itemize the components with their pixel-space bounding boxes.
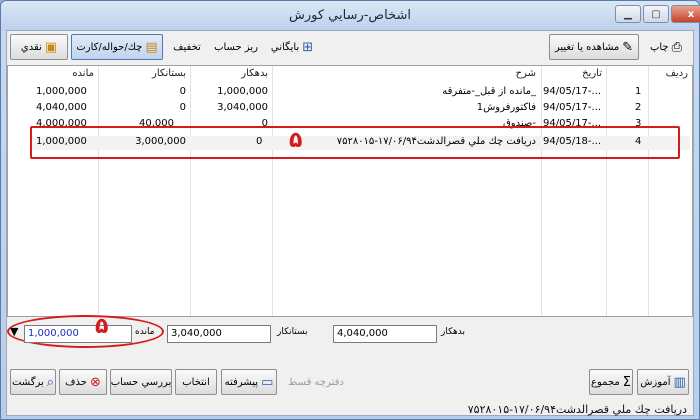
ledger-table[interactable]: مانده بستانكار بدهكار شرح تاريخ رديف 1,0…	[7, 65, 693, 317]
total-label: مجموع	[591, 376, 620, 388]
total-button[interactable]: مجموع Σ	[589, 369, 633, 395]
column-divider	[541, 66, 542, 316]
learn-button[interactable]: آموزش ▥	[637, 369, 689, 395]
view-edit-label: مشاهده يا تغيير	[554, 41, 620, 53]
table-cell-description: فاكتورفروش1	[476, 102, 536, 113]
printer-icon: ⎙	[671, 39, 683, 55]
cheque-icon: ▤	[145, 39, 158, 55]
window-icon: ▭	[261, 374, 274, 390]
table-cell-credit: 0	[179, 102, 186, 113]
table-cell-balance: 4,040,000	[36, 102, 87, 113]
close-button[interactable]: x	[671, 5, 700, 23]
column-divider	[190, 66, 191, 316]
window-title: اشخاص-رسايي كورش	[288, 8, 412, 23]
delete-icon: ⊗	[89, 374, 101, 390]
debit-total-field[interactable]: 4,040,000	[333, 325, 437, 343]
archive-icon: ⊞	[302, 39, 314, 55]
sigma-icon: Σ	[622, 374, 631, 390]
discount-button[interactable]: تخفيف	[165, 34, 209, 60]
review-label: بررسي حساب	[110, 376, 172, 388]
account-detail-button[interactable]: ريز حساب	[211, 34, 261, 60]
balance-total-label: مانده	[135, 327, 155, 337]
table-cell-row-number: 1	[635, 86, 642, 97]
header-description[interactable]: شرح	[278, 68, 536, 84]
table-cell-date: 94/05/17-...	[543, 102, 602, 113]
app-window: اشخاص-رسايي كورش ▁ ▢ x نقدي ▣ چك/حواله/ك…	[0, 0, 700, 420]
highlight-box	[30, 126, 680, 159]
maximize-button[interactable]: ▢	[643, 5, 669, 23]
annotation-marker-bottom: ۵	[95, 314, 109, 339]
installment-label: دفترچه قسط	[288, 376, 344, 388]
table-cell-date: 94/05/17-...	[543, 86, 602, 97]
cheque-label: چك/حواله/كارت	[76, 41, 143, 53]
status-text: دريافت چك ملي قصرالدشت۱۷/۰۶/۹۴-۷۵۲۸۰۱۵	[467, 403, 687, 416]
column-divider	[98, 66, 99, 316]
print-label: چاپ	[649, 41, 669, 53]
window-controls: ▁ ▢ x	[615, 5, 700, 23]
select-button[interactable]: انتخاب	[175, 369, 217, 395]
header-balance[interactable]: مانده	[36, 68, 94, 84]
delete-button[interactable]: حذف ⊗	[59, 369, 107, 395]
cash-label: نقدي	[20, 41, 42, 53]
delete-label: حذف	[65, 376, 87, 388]
magnifier-icon: ⌕	[46, 374, 55, 390]
advanced-label: پيشرفته	[224, 376, 259, 388]
archive-label: بايگاني	[270, 41, 300, 53]
book-icon: ▥	[673, 374, 686, 390]
balance-total-field[interactable]: 1,000,000	[24, 325, 132, 343]
column-divider	[606, 66, 607, 316]
exit-label: برگشت	[11, 376, 44, 388]
advanced-button[interactable]: پيشرفته ▭	[221, 369, 277, 395]
print-button[interactable]: چاپ ⎙	[643, 34, 689, 60]
column-divider	[272, 66, 273, 316]
credit-total-field[interactable]: 3,040,000	[167, 325, 271, 343]
table-cell-description: مانده از قبل_-متفرقه_	[442, 86, 536, 97]
installment-book-button[interactable]: دفترچه قسط	[283, 369, 349, 395]
top-toolbar: نقدي ▣ چك/حواله/كارت ▤ تخفيف ريز حساب با…	[7, 31, 695, 63]
header-debit[interactable]: بدهكار	[194, 68, 268, 84]
archive-button[interactable]: بايگاني ⊞	[263, 34, 321, 60]
header-date[interactable]: تاريخ	[548, 68, 602, 84]
exit-button[interactable]: برگشت ⌕	[10, 369, 56, 395]
account-detail-label: ريز حساب	[214, 41, 258, 53]
debit-total-label: بدهكار	[441, 327, 466, 337]
select-label: انتخاب	[182, 376, 210, 388]
table-cell-balance: 1,000,000	[36, 86, 87, 97]
table-cell-row-number: 2	[635, 102, 642, 113]
totals-row: ▼ 1,000,000 ۵ مانده 3,040,000 بستانكار 4…	[7, 314, 695, 348]
cash-icon: ▣	[44, 39, 58, 55]
client-area: نقدي ▣ چك/حواله/كارت ▤ تخفيف ريز حساب با…	[6, 30, 694, 416]
table-cell-debit: 1,000,000	[217, 86, 268, 97]
annotation-marker-top: ۵	[289, 128, 303, 153]
view-edit-button[interactable]: مشاهده يا تغيير ✎	[549, 34, 639, 60]
column-divider	[648, 66, 649, 316]
header-credit[interactable]: بستانكار	[104, 68, 186, 84]
bottom-toolbar: برگشت ⌕ حذف ⊗ بررسي حساب انتخاب پيشرفته …	[7, 367, 695, 397]
credit-total-label: بستانكار	[277, 327, 308, 337]
header-row-number[interactable]: رديف	[610, 68, 688, 84]
discount-label: تخفيف	[173, 41, 201, 53]
review-account-button[interactable]: بررسي حساب	[110, 369, 172, 395]
minimize-button[interactable]: ▁	[615, 5, 641, 23]
table-cell-debit: 3,040,000	[217, 102, 268, 113]
cash-button[interactable]: نقدي ▣	[10, 34, 68, 60]
cheque-button[interactable]: چك/حواله/كارت ▤	[71, 34, 163, 60]
table-cell-credit: 0	[179, 86, 186, 97]
title-bar: اشخاص-رسايي كورش ▁ ▢ x	[1, 1, 700, 31]
learn-label: آموزش	[640, 376, 671, 388]
pencil-icon: ✎	[622, 39, 634, 55]
